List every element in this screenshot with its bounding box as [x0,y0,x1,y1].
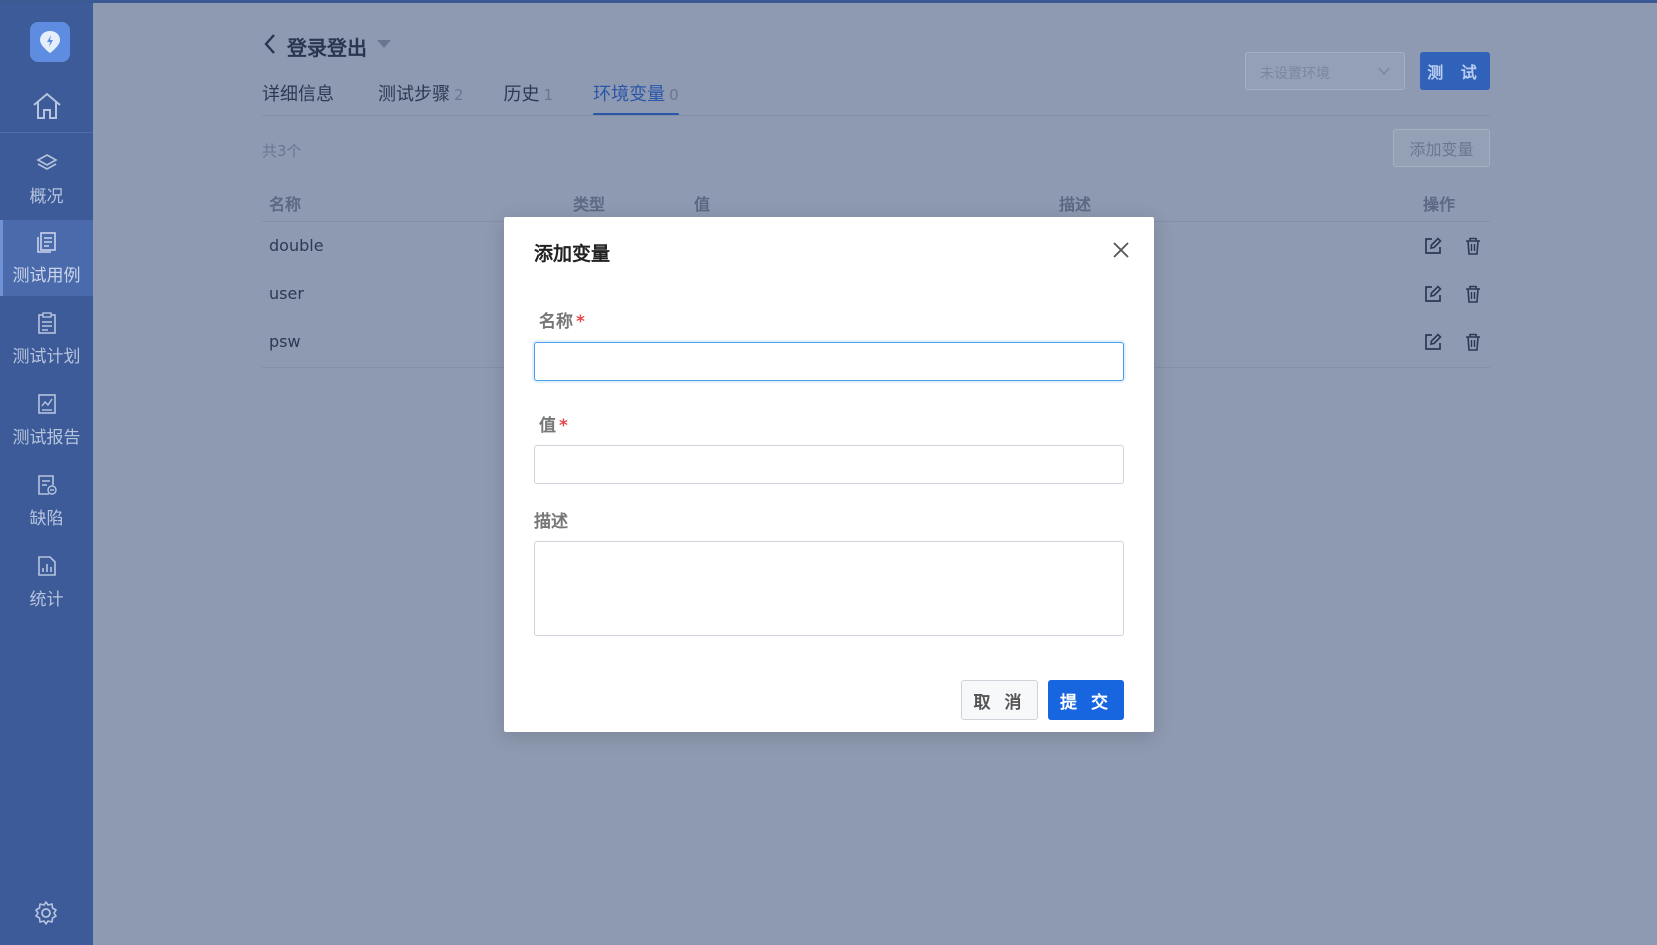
column-header-name: 名称 [269,195,302,214]
column-header-value: 值 [694,195,711,214]
home-icon [32,92,61,119]
delete-icon[interactable] [1463,332,1483,352]
chevron-down-icon [1378,67,1390,76]
edit-icon[interactable] [1423,236,1443,256]
nav-label: 统计 [29,589,64,610]
layers-icon [35,153,58,170]
required-mark: * [576,312,585,332]
statistics-icon [37,555,56,576]
dialog-title: 添加变量 [534,243,611,265]
delete-icon[interactable] [1463,236,1483,256]
tab-label: 历史 [503,84,540,105]
description-field-label: 描述 [534,512,568,532]
tabs-divider [262,115,1490,116]
value-field-label: 值 * [539,411,568,436]
nav-item-test-plan[interactable]: 测试计划 [0,301,93,377]
page-title: 登录登出 [287,36,367,60]
tab-count: 0 [669,86,679,104]
nav-item-overview[interactable]: 概况 [0,141,93,217]
table-row-name: user [269,284,304,303]
tab-bar: 详细信息 测试步骤 2 历史 1 环境变量 0 [262,80,719,116]
clipboard-icon [37,311,56,334]
column-header-actions: 操作 [1423,195,1456,214]
tab-label: 环境变量 [593,84,666,105]
table-row-name: double [269,236,324,255]
app-logo[interactable] [30,22,70,62]
delete-icon[interactable] [1463,284,1483,304]
top-strip [0,0,1657,3]
add-variable-button[interactable]: 添加变量 [1393,129,1490,167]
tab-environment-variables[interactable]: 环境变量 0 [593,80,679,116]
column-header-type: 类型 [573,195,606,214]
bug-document-icon [37,474,57,495]
title-dropdown-caret-icon[interactable] [377,40,391,48]
name-field-label: 名称 * [539,307,585,332]
submit-button[interactable]: 提 交 [1048,680,1124,720]
test-button[interactable]: 测 试 [1420,52,1490,90]
document-list-icon [36,231,56,253]
nav-label: 概况 [29,186,64,207]
cancel-button[interactable]: 取 消 [961,680,1038,720]
tab-label: 详细信息 [262,84,334,105]
edit-icon[interactable] [1423,284,1443,304]
sidebar: 概况 测试用例 测试计划 测试报告 缺陷 统计 [0,3,93,945]
nav-label: 测试报告 [12,427,81,448]
report-chart-icon [37,393,56,414]
back-arrow-icon[interactable] [262,32,278,56]
name-input[interactable] [534,342,1124,381]
table-row-name: psw [269,332,301,351]
required-mark: * [559,416,568,436]
nav-label: 测试计划 [12,346,81,367]
nav-item-test-report[interactable]: 测试报告 [0,382,93,458]
tab-count: 2 [454,86,464,104]
value-label-text: 值 [539,416,556,436]
nav-item-statistics[interactable]: 统计 [0,544,93,620]
nav-label: 测试用例 [12,265,81,286]
nav-home[interactable] [0,80,93,132]
nav-label: 缺陷 [29,508,64,529]
nav-item-defects[interactable]: 缺陷 [0,463,93,539]
logo-icon [40,31,60,53]
tab-details[interactable]: 详细信息 [262,80,338,116]
tab-count: 1 [543,86,554,104]
settings-icon[interactable] [33,900,59,926]
environment-select[interactable]: 未设置环境 [1245,52,1405,90]
edit-icon[interactable] [1423,332,1443,352]
environment-select-placeholder: 未设置环境 [1260,66,1330,82]
nav-divider [0,132,93,133]
nav-item-test-cases[interactable]: 测试用例 [0,220,93,296]
close-icon[interactable] [1110,239,1132,261]
variable-total-count: 共3个 [262,142,302,160]
tab-test-steps[interactable]: 测试步骤 2 [378,80,464,116]
tab-history[interactable]: 历史 1 [504,80,554,116]
tab-label: 测试步骤 [378,84,450,105]
description-textarea[interactable] [534,541,1124,636]
add-variable-dialog: 添加变量 名称 * 值 * 描述 取 消 提 交 [504,217,1154,732]
name-label-text: 名称 [539,312,573,332]
value-input[interactable] [534,445,1124,484]
column-header-description: 描述 [1059,195,1092,214]
